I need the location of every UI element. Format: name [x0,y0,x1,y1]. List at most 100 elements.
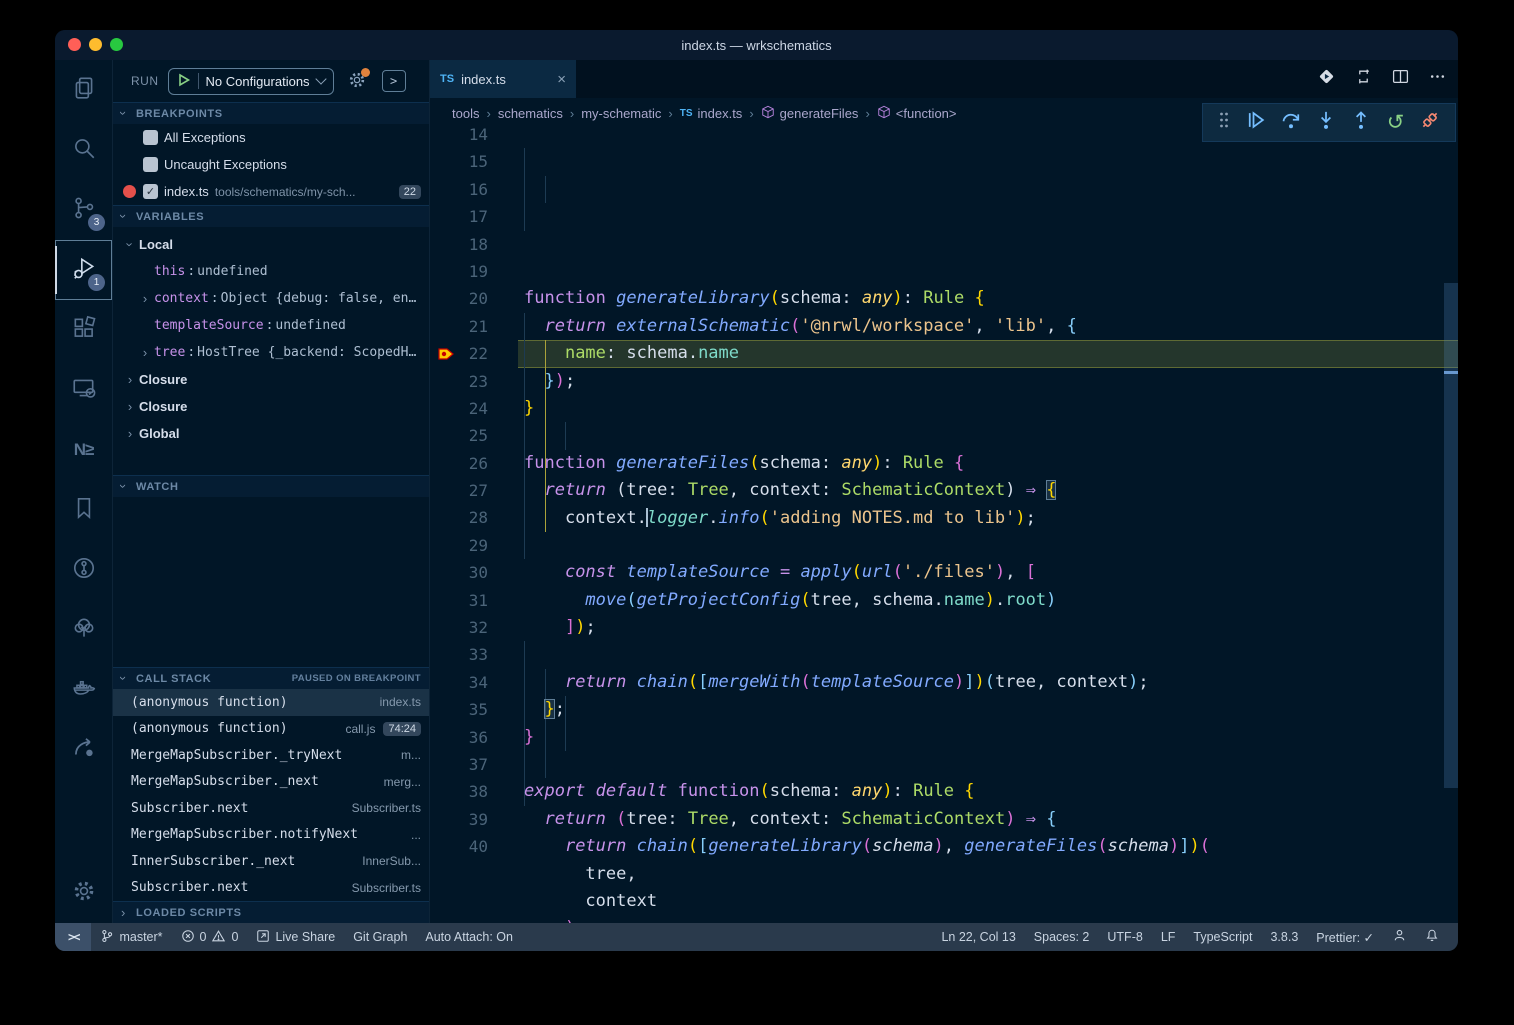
configure-launch-button[interactable] [347,70,367,93]
typescript-version-status[interactable]: 3.8.3 [1261,923,1307,951]
callstack-frame[interactable]: (anonymous function) call.js 74:24 [113,716,429,743]
code-line-33[interactable]: 33 return (tree: Tree, context: Schemati… [430,641,1458,668]
eol-status[interactable]: LF [1152,923,1185,951]
variable-row[interactable]: › tree: HostTree {_backend: ScopedH… [113,339,429,366]
callstack-section-header[interactable]: › CALL STACK PAUSED ON BREAKPOINT [113,667,429,689]
scope-name: Global [139,426,179,441]
auto-attach-status[interactable]: Auto Attach: On [416,923,522,951]
restart-button[interactable]: ↺ [1387,112,1405,133]
code-line-16[interactable]: 16 name: schema.name [430,176,1458,203]
maximize-window-button[interactable] [110,38,123,51]
code-line-19[interactable]: 19 [430,258,1458,285]
scrollbar-slider[interactable] [1444,283,1458,788]
activity-source-control[interactable]: 3 [55,180,112,240]
breakpoints-section-header[interactable]: › BREAKPOINTS [113,102,429,124]
breadcrumb-item[interactable]: my-schematic [581,106,661,121]
code-line-25[interactable]: 25 move(getProjectConfig(tree, schema.na… [430,422,1458,449]
frame-name: (anonymous function) [131,721,288,736]
remote-indicator[interactable]: >< [55,923,91,951]
activity-share[interactable] [55,720,112,780]
code-line-15[interactable]: 15 return externalSchematic('@nrwl/works… [430,148,1458,175]
live-share-status[interactable]: Live Share [247,923,344,951]
callstack-frame[interactable]: MergeMapSubscriber._next merg... [113,769,429,796]
toolbar-drag-handle[interactable] [1218,111,1230,134]
activity-remote-explorer[interactable] [55,360,112,420]
breakpoint-checkbox[interactable] [143,157,158,172]
activity-search[interactable] [55,120,112,180]
tab-close-icon[interactable]: × [557,71,566,88]
line-number: 32 [430,614,488,641]
callstack-frame[interactable]: (anonymous function) index.ts [113,689,429,716]
line-number: 25 [430,422,488,449]
current-frame-breakpoint-icon[interactable] [438,347,454,361]
step-into-button[interactable] [1316,110,1336,135]
run-configuration-dropdown[interactable]: No Configurations [168,68,334,95]
callstack-frame[interactable]: Subscriber.next Subscriber.ts [113,875,429,902]
variables-section-header[interactable]: › VARIABLES [113,205,429,227]
problems-status[interactable]: 0 0 [172,923,248,951]
variable-scope-row[interactable]: › Closure [113,393,429,420]
compare-changes-button[interactable] [1355,68,1372,90]
activity-manage[interactable] [55,863,112,923]
breakpoint-item[interactable]: All Exceptions [113,124,429,151]
loaded-scripts-section-header[interactable]: › LOADED SCRIPTS [113,901,429,923]
tab-index-ts[interactable]: TS index.ts × [430,60,576,98]
activity-nx-console[interactable]: N≥ [55,420,112,480]
breakpoint-item[interactable]: ✓ index.ts tools/schematics/my-sch... 22 [113,178,429,205]
breadcrumb-item[interactable]: TS index.ts [680,106,743,121]
start-debug-icon[interactable] [177,73,191,90]
open-changes-button[interactable] [1318,68,1335,90]
activity-run-debug[interactable]: 1 [55,240,112,300]
callstack-frame[interactable]: Subscriber.next Subscriber.ts [113,795,429,822]
code-area[interactable]: 14 function generateLibrary(schema: any)… [430,128,1458,923]
git-branch-status[interactable]: master* [91,923,171,951]
breakpoint-checkbox[interactable]: ✓ [143,184,158,199]
breadcrumb-separator: › [570,106,574,121]
minimize-window-button[interactable] [89,38,102,51]
git-graph-button[interactable]: Git Graph [344,923,416,951]
feedback-button[interactable] [1383,923,1416,951]
code-line-17[interactable]: 17 }); [430,203,1458,230]
encoding-status[interactable]: UTF-8 [1098,923,1151,951]
notifications-button[interactable] [1416,923,1448,951]
code-line-29[interactable]: 29 }; [430,532,1458,559]
code-line-18[interactable]: 18 } [430,231,1458,258]
variable-row[interactable]: › context: Object {debug: false, en… [113,285,429,312]
activity-gitlens[interactable] [55,540,112,600]
language-mode-status[interactable]: TypeScript [1184,923,1261,951]
editor-scrollbar[interactable] [1444,128,1458,923]
indentation-status[interactable]: Spaces: 2 [1025,923,1099,951]
activity-extensions[interactable] [55,300,112,360]
more-actions-button[interactable] [1429,68,1446,90]
variable-row[interactable]: templateSource: undefined [113,312,429,339]
variable-scope-row[interactable]: › Global [113,420,429,447]
variable-row[interactable]: this: undefined [113,258,429,285]
step-out-button[interactable] [1351,110,1371,135]
breadcrumb-item[interactable]: tools [452,106,479,121]
breakpoint-item[interactable]: Uncaught Exceptions [113,151,429,178]
activity-test-explorer[interactable] [55,600,112,660]
split-editor-button[interactable] [1392,68,1409,90]
activity-docker[interactable] [55,660,112,720]
variable-scope-row[interactable]: › Closure [113,366,429,393]
callstack-frame[interactable]: MergeMapSubscriber._tryNext m... [113,742,429,769]
variable-scope-row[interactable]: › Local [113,231,429,258]
breadcrumb-item[interactable]: generateFiles [761,105,859,122]
activity-explorer[interactable] [55,60,112,120]
watch-section-header[interactable]: › WATCH [113,475,429,497]
continue-button[interactable] [1246,110,1266,135]
cursor-position-status[interactable]: Ln 22, Col 13 [932,923,1024,951]
debug-console-button[interactable]: > [382,70,406,92]
breadcrumb-item[interactable]: schematics [498,106,563,121]
breadcrumb-item[interactable]: <function> [877,105,957,122]
activity-bookmarks[interactable] [55,480,112,540]
frame-name: Subscriber.next [131,880,248,895]
prettier-status[interactable]: Prettier: ✓ [1307,923,1383,951]
breakpoint-checkbox[interactable] [143,130,158,145]
step-over-button[interactable] [1281,110,1301,135]
code-line-37[interactable]: 37 ); [430,751,1458,778]
callstack-frame[interactable]: InnerSubscriber._next InnerSub... [113,848,429,875]
disconnect-button[interactable] [1420,110,1440,135]
close-window-button[interactable] [68,38,81,51]
callstack-frame[interactable]: MergeMapSubscriber.notifyNext ... [113,822,429,849]
